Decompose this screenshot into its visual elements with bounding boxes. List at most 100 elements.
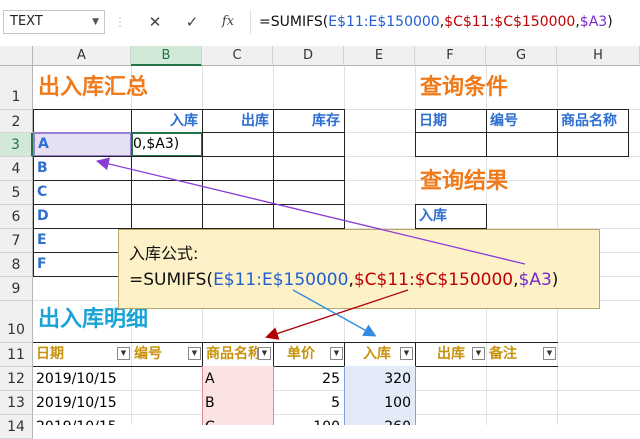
summary-item-cell[interactable]: C xyxy=(33,180,132,205)
detail-cell-date[interactable]: 2019/10/15 xyxy=(36,392,130,414)
summary-header-in[interactable]: 入库 xyxy=(131,109,203,133)
summary-cell[interactable] xyxy=(202,156,274,181)
detail-cell-price[interactable]: 25 xyxy=(273,368,340,390)
query-result-label[interactable]: 入库 xyxy=(415,204,487,229)
summary-cell[interactable] xyxy=(273,156,345,181)
row-header-6[interactable]: 6 xyxy=(0,205,33,229)
query-input-id[interactable] xyxy=(486,132,558,157)
filter-dropdown-icon[interactable]: ▼ xyxy=(188,347,201,360)
summary-cell[interactable] xyxy=(202,204,274,229)
formula-suffix: ) xyxy=(607,14,613,30)
summary-header-stock[interactable]: 库存 xyxy=(273,109,345,133)
editing-cell-b3[interactable]: 0,$A3) xyxy=(131,132,203,157)
column-header-f[interactable]: F xyxy=(415,46,486,66)
query-input-date[interactable] xyxy=(415,132,487,157)
callout-arg-criteria: $A3 xyxy=(518,270,552,290)
function-icon[interactable]: fx xyxy=(216,10,240,34)
row-header-11[interactable]: 11 xyxy=(0,343,33,367)
summary-cell[interactable] xyxy=(131,180,203,205)
summary-cell[interactable] xyxy=(202,180,274,205)
detail-cell-product[interactable]: B xyxy=(205,392,271,414)
summary-item-cell[interactable]: D xyxy=(33,204,132,229)
summary-header-out[interactable]: 出库 xyxy=(202,109,274,133)
formula-prefix: =SUMIFS( xyxy=(259,14,329,30)
row-header-14[interactable]: 14 xyxy=(0,415,33,439)
summary-item-cell-a3[interactable]: A xyxy=(33,132,132,157)
detail-cell-product[interactable]: A xyxy=(205,368,271,390)
detail-header-out[interactable]: 出库 ▼ xyxy=(415,342,487,367)
column-header-g[interactable]: G xyxy=(486,46,557,66)
separator-dots: ⋮ xyxy=(114,15,126,29)
gridline xyxy=(33,390,640,391)
summary-cell[interactable] xyxy=(273,180,345,205)
detail-header-id[interactable]: 编号 ▼ xyxy=(131,342,203,367)
select-all-corner[interactable] xyxy=(0,46,33,66)
detail-header-remark[interactable]: 备注 ▼ xyxy=(486,342,558,367)
summary-item-label: C xyxy=(37,184,48,200)
summary-item-label: B xyxy=(37,160,48,176)
enter-icon[interactable]: ✓ xyxy=(180,10,204,34)
detail-header-date[interactable]: 日期 ▼ xyxy=(33,342,132,367)
row-header-5[interactable]: 5 xyxy=(0,181,33,205)
column-header-d[interactable]: D xyxy=(273,46,344,66)
detail-cell-price[interactable]: 5 xyxy=(273,392,340,414)
chevron-down-icon[interactable]: ▼ xyxy=(92,11,99,33)
filter-dropdown-icon[interactable]: ▼ xyxy=(258,347,271,360)
detail-header-label: 日期 xyxy=(36,346,64,362)
query-header-product[interactable]: 商品名称 xyxy=(557,109,629,133)
summary-header-blank[interactable] xyxy=(33,109,132,133)
column-header-a[interactable]: A xyxy=(33,46,131,66)
formula-input[interactable]: =SUMIFS(E$11:E$150000,$C$11:$C$150000,$A… xyxy=(250,10,638,34)
row-header-7[interactable]: 7 xyxy=(0,229,33,253)
column-header-e[interactable]: E xyxy=(344,46,415,66)
column-header-h[interactable]: H xyxy=(557,46,640,66)
name-box[interactable]: TEXT ▼ xyxy=(3,10,105,34)
filter-dropdown-icon[interactable]: ▼ xyxy=(543,347,556,360)
column-header-b[interactable]: B xyxy=(131,46,202,66)
callout-formula: =SUMIFS(E$11:E$150000,$C$11:$C$150000,$A… xyxy=(129,270,559,290)
detail-cell-in[interactable]: 100 xyxy=(344,392,411,414)
detail-header-in[interactable]: 入库 ▼ xyxy=(344,342,416,367)
detail-cell-in[interactable]: 260 xyxy=(344,416,411,425)
filter-dropdown-icon[interactable]: ▼ xyxy=(472,347,485,360)
formula-arg-criteria: $A3 xyxy=(579,14,608,30)
formula-callout: 入库公式: =SUMIFS(E$11:E$150000,$C$11:$C$150… xyxy=(118,229,600,309)
row-header-13[interactable]: 13 xyxy=(0,391,33,415)
detail-cell-price[interactable]: 100 xyxy=(273,416,340,425)
query-input-product[interactable] xyxy=(557,132,629,157)
summary-cell[interactable] xyxy=(273,132,345,157)
summary-cell[interactable] xyxy=(131,204,203,229)
formula-arg-sum-range: E$11:E$150000 xyxy=(328,14,440,30)
summary-cell[interactable] xyxy=(273,204,345,229)
detail-header-label: 编号 xyxy=(134,346,162,362)
detail-cell-in[interactable]: 320 xyxy=(344,368,411,390)
callout-arg-criteria-range: $C$11:$C$150000 xyxy=(353,270,514,290)
detail-header-price[interactable]: 单价 ▼ xyxy=(273,342,345,367)
query-title: 查询条件 xyxy=(420,75,509,100)
query-header-id[interactable]: 编号 xyxy=(486,109,558,133)
row-header-12[interactable]: 12 xyxy=(0,367,33,391)
summary-cell[interactable] xyxy=(202,132,274,157)
summary-cell[interactable] xyxy=(131,156,203,181)
row-header-4[interactable]: 4 xyxy=(0,157,33,181)
filter-dropdown-icon[interactable]: ▼ xyxy=(330,347,343,360)
row-header-1[interactable]: 1 xyxy=(0,66,33,110)
row-header-2[interactable]: 2 xyxy=(0,110,33,133)
detail-header-product[interactable]: 商品名称 ▼ xyxy=(202,342,274,367)
detail-cell-date[interactable]: 2019/10/15 xyxy=(36,368,130,390)
filter-dropdown-icon[interactable]: ▼ xyxy=(400,347,413,360)
summary-item-cell[interactable]: B xyxy=(33,156,132,181)
summary-item-label: E xyxy=(37,232,47,248)
filter-dropdown-icon[interactable]: ▼ xyxy=(117,347,130,360)
detail-cell-date[interactable]: 2019/10/15 xyxy=(36,416,130,425)
summary-title: 出入库汇总 xyxy=(38,75,149,100)
row-header-8[interactable]: 8 xyxy=(0,253,33,277)
query-header-date[interactable]: 日期 xyxy=(415,109,487,133)
row-header-9[interactable]: 9 xyxy=(0,277,33,301)
detail-cell-product[interactable]: C xyxy=(205,416,271,425)
column-header-c[interactable]: C xyxy=(202,46,273,66)
row-header-3[interactable]: 3 xyxy=(0,133,33,157)
row-header-10[interactable]: 10 xyxy=(0,301,33,343)
detail-header-label: 出库 xyxy=(437,346,465,362)
cancel-icon[interactable]: ✕ xyxy=(143,10,167,34)
